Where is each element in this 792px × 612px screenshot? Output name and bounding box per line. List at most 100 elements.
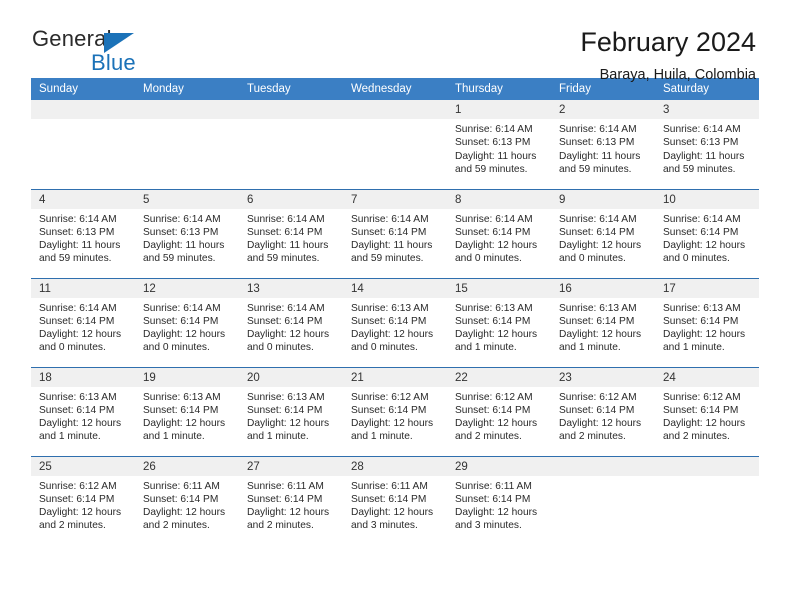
day-number: 8: [447, 189, 551, 209]
daylight-duration-line2: and 2 minutes.: [143, 520, 210, 532]
sunset-time: Sunset: 6:14 PM: [351, 493, 427, 505]
sunrise-time: Sunrise: 6:14 AM: [39, 213, 117, 225]
calendar-day-cell[interactable]: 16 Sunrise: 6:13 AM Sunset: 6:14 PM Dayligh…: [551, 277, 655, 367]
sunset-time: Sunset: 6:14 PM: [351, 315, 427, 327]
day-number: 9: [551, 189, 655, 209]
calendar-day-cell[interactable]: 11 Sunrise: 6:14 AM Sunset: 6:14 PM Dayligh…: [31, 277, 135, 367]
daylight-duration-line1: Daylight: 12 hours: [143, 418, 226, 430]
calendar-day-cell[interactable]: 13 Sunrise: 6:14 AM Sunset: 6:14 PM Dayligh…: [239, 277, 343, 367]
calendar-day-cell[interactable]: 14 Sunrise: 6:13 AM Sunset: 6:14 PM Dayligh…: [343, 277, 447, 367]
day-number: 13: [239, 278, 343, 298]
daylight-duration-line2: and 3 minutes.: [455, 520, 522, 532]
day-details: Sunrise: 6:14 AM Sunset: 6:14 PM Daylight:…: [239, 209, 343, 266]
daylight-duration-line1: Daylight: 12 hours: [39, 329, 122, 341]
calendar-page: General Blue February 2024 Baraya, Huila…: [0, 0, 792, 612]
calendar-day-cell-empty: [551, 455, 655, 545]
calendar-day-cell[interactable]: 6 Sunrise: 6:14 AM Sunset: 6:14 PM Daylight…: [239, 188, 343, 278]
calendar-day-cell[interactable]: 17 Sunrise: 6:13 AM Sunset: 6:14 PM Dayligh…: [655, 277, 759, 367]
calendar-day-cell[interactable]: 7 Sunrise: 6:14 AM Sunset: 6:14 PM Daylight…: [343, 188, 447, 278]
day-number: 20: [239, 367, 343, 387]
sunset-time: Sunset: 6:14 PM: [351, 404, 427, 416]
calendar-week-row: 4 Sunrise: 6:14 AM Sunset: 6:13 PM Daylight…: [31, 188, 759, 278]
calendar-day-cell[interactable]: 24 Sunrise: 6:12 AM Sunset: 6:14 PM Dayligh…: [655, 366, 759, 456]
day-number: 23: [551, 367, 655, 387]
title-block: February 2024 Baraya, Huila, Colombia: [580, 27, 756, 82]
daylight-duration-line1: Daylight: 12 hours: [351, 329, 434, 341]
daylight-duration-line2: and 1 minute.: [351, 431, 413, 443]
sunset-time: Sunset: 6:14 PM: [247, 493, 323, 505]
daylight-duration-line1: Daylight: 12 hours: [663, 329, 746, 341]
weekday-header-thursday: Thursday: [447, 78, 551, 100]
calendar-day-cell[interactable]: 21 Sunrise: 6:12 AM Sunset: 6:14 PM Dayligh…: [343, 366, 447, 456]
day-number: 16: [551, 278, 655, 298]
calendar-day-cell-empty: [655, 455, 759, 545]
day-number: 19: [135, 367, 239, 387]
day-details: Sunrise: 6:12 AM Sunset: 6:14 PM Daylight:…: [447, 387, 551, 444]
day-details: Sunrise: 6:14 AM Sunset: 6:14 PM Daylight:…: [655, 209, 759, 266]
daylight-duration-line2: and 59 minutes.: [663, 163, 736, 175]
day-number: 28: [343, 456, 447, 476]
sunrise-time: Sunrise: 6:11 AM: [143, 480, 220, 492]
page-header: General Blue February 2024 Baraya, Huila…: [0, 0, 792, 82]
daylight-duration-line2: and 59 minutes.: [455, 163, 528, 175]
sunrise-time: Sunrise: 6:12 AM: [39, 480, 117, 492]
daylight-duration-line2: and 59 minutes.: [559, 163, 632, 175]
sunrise-time: Sunrise: 6:12 AM: [455, 391, 533, 403]
general-blue-logo[interactable]: General Blue: [32, 28, 182, 78]
calendar-day-cell[interactable]: 26 Sunrise: 6:11 AM Sunset: 6:14 PM Dayligh…: [135, 455, 239, 545]
daylight-duration-line1: Daylight: 11 hours: [663, 150, 745, 162]
calendar-day-cell-empty: [31, 100, 135, 189]
calendar-day-cell[interactable]: 9 Sunrise: 6:14 AM Sunset: 6:14 PM Daylight…: [551, 188, 655, 278]
calendar-day-cell[interactable]: 12 Sunrise: 6:14 AM Sunset: 6:14 PM Dayligh…: [135, 277, 239, 367]
calendar-day-cell[interactable]: 3 Sunrise: 6:14 AM Sunset: 6:13 PM Daylight…: [655, 100, 759, 189]
sunrise-time: Sunrise: 6:13 AM: [39, 391, 117, 403]
calendar-day-cell[interactable]: 23 Sunrise: 6:12 AM Sunset: 6:14 PM Dayligh…: [551, 366, 655, 456]
daylight-duration-line2: and 0 minutes.: [39, 342, 106, 354]
calendar-day-cell[interactable]: 27 Sunrise: 6:11 AM Sunset: 6:14 PM Dayligh…: [239, 455, 343, 545]
calendar-day-cell[interactable]: 19 Sunrise: 6:13 AM Sunset: 6:14 PM Dayligh…: [135, 366, 239, 456]
day-number: [31, 100, 135, 119]
day-details: Sunrise: 6:11 AM Sunset: 6:14 PM Daylight:…: [447, 476, 551, 533]
day-details: Sunrise: 6:14 AM Sunset: 6:14 PM Daylight:…: [447, 209, 551, 266]
sunset-time: Sunset: 6:14 PM: [559, 404, 635, 416]
calendar-day-cell[interactable]: 15 Sunrise: 6:13 AM Sunset: 6:14 PM Dayligh…: [447, 277, 551, 367]
calendar-day-cell[interactable]: 28 Sunrise: 6:11 AM Sunset: 6:14 PM Dayligh…: [343, 455, 447, 545]
calendar-week-row: 11 Sunrise: 6:14 AM Sunset: 6:14 PM Dayligh…: [31, 277, 759, 367]
calendar-day-cell[interactable]: 5 Sunrise: 6:14 AM Sunset: 6:13 PM Daylight…: [135, 188, 239, 278]
day-details: Sunrise: 6:14 AM Sunset: 6:14 PM Daylight:…: [135, 298, 239, 355]
daylight-duration-line1: Daylight: 11 hours: [559, 150, 641, 162]
daylight-duration-line2: and 2 minutes.: [559, 431, 626, 443]
day-details: Sunrise: 6:13 AM Sunset: 6:14 PM Daylight:…: [447, 298, 551, 355]
calendar-day-cell[interactable]: 4 Sunrise: 6:14 AM Sunset: 6:13 PM Daylight…: [31, 188, 135, 278]
calendar-day-cell-empty: [239, 100, 343, 189]
day-details: Sunrise: 6:14 AM Sunset: 6:14 PM Daylight:…: [343, 209, 447, 266]
sunrise-time: Sunrise: 6:14 AM: [559, 124, 637, 135]
calendar-week-row: 25 Sunrise: 6:12 AM Sunset: 6:14 PM Dayligh…: [31, 455, 759, 545]
daylight-duration-line1: Daylight: 11 hours: [143, 240, 225, 252]
sunset-time: Sunset: 6:13 PM: [39, 226, 115, 238]
calendar-day-cell[interactable]: 25 Sunrise: 6:12 AM Sunset: 6:14 PM Dayligh…: [31, 455, 135, 545]
daylight-duration-line1: Daylight: 12 hours: [663, 418, 746, 430]
sunset-time: Sunset: 6:14 PM: [39, 404, 115, 416]
calendar-day-cell[interactable]: 8 Sunrise: 6:14 AM Sunset: 6:14 PM Daylight…: [447, 188, 551, 278]
sunset-time: Sunset: 6:13 PM: [455, 137, 531, 149]
sunset-time: Sunset: 6:14 PM: [351, 226, 427, 238]
calendar-day-cell[interactable]: 10 Sunrise: 6:14 AM Sunset: 6:14 PM Dayligh…: [655, 188, 759, 278]
calendar-day-cell[interactable]: 2 Sunrise: 6:14 AM Sunset: 6:13 PM Daylight…: [551, 100, 655, 189]
sunset-time: Sunset: 6:14 PM: [455, 315, 531, 327]
daylight-duration-line1: Daylight: 11 hours: [455, 150, 537, 162]
day-number: 5: [135, 189, 239, 209]
calendar-day-cell[interactable]: 20 Sunrise: 6:13 AM Sunset: 6:14 PM Dayligh…: [239, 366, 343, 456]
daylight-duration-line1: Daylight: 11 hours: [351, 240, 433, 252]
sunset-time: Sunset: 6:14 PM: [143, 315, 219, 327]
calendar-day-cell[interactable]: 1 Sunrise: 6:14 AM Sunset: 6:13 PM Daylight…: [447, 100, 551, 189]
daylight-duration-line1: Daylight: 12 hours: [143, 507, 226, 519]
calendar-day-cell[interactable]: 22 Sunrise: 6:12 AM Sunset: 6:14 PM Dayligh…: [447, 366, 551, 456]
calendar-day-cell[interactable]: 29 Sunrise: 6:11 AM Sunset: 6:14 PM Dayligh…: [447, 455, 551, 545]
sunrise-time: Sunrise: 6:14 AM: [455, 124, 533, 135]
day-number: 14: [343, 278, 447, 298]
calendar-day-cell[interactable]: 18 Sunrise: 6:13 AM Sunset: 6:14 PM Dayligh…: [31, 366, 135, 456]
sunset-time: Sunset: 6:14 PM: [247, 404, 323, 416]
day-details: Sunrise: 6:14 AM Sunset: 6:13 PM Daylight:…: [447, 119, 551, 176]
daylight-duration-line2: and 0 minutes.: [559, 253, 626, 265]
